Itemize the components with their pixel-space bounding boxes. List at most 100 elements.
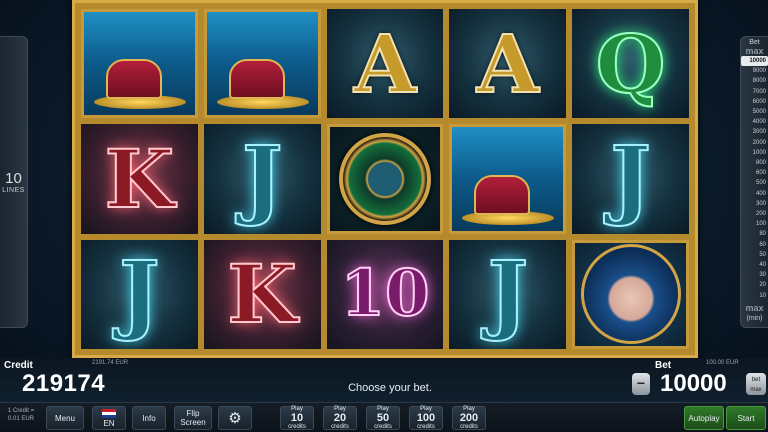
bet-option[interactable]: 30 [741,270,768,280]
play-credits-value: 200 [459,411,479,424]
credits-label: credits [374,423,392,430]
treasure-chest-icon [203,9,321,119]
bet-option[interactable]: 20 [741,280,768,290]
bet-panel-max-label: max [745,46,764,56]
bet-eur-value: 100.00 EUR [706,360,739,366]
bet-option[interactable]: 200 [741,209,768,219]
bet-option[interactable]: 500 [741,178,768,188]
symbol-letter: A [353,16,417,111]
info-bar: Credit 2191.74 EUR 219174 Choose your be… [0,358,768,402]
play-credits-button[interactable]: Play 20 credits [323,406,357,430]
credit-eur-value: 2191.74 EUR [92,360,129,366]
bet-option[interactable]: 7000 [741,87,768,97]
bet-panel-title: Bet [749,39,760,46]
game-stage: 10 LINES A A Q K J J J K 10 J Bet max 10000 9000 80… [0,0,768,360]
bet-selector-panel[interactable]: Bet max 10000 9000 8000 7000 6000 5000 4000 300… [740,36,768,328]
reel-symbol-letter: J [572,124,689,234]
bet-option[interactable]: 100 [741,219,768,229]
bet-decrease-button[interactable]: − [632,373,650,395]
symbol-letter: J [118,243,161,345]
credit-rate: 1 Credit = 0.01 EUR [2,407,40,423]
reel-symbol-letter: J [449,239,567,349]
reels-grid: A A Q K J J J K 10 J [72,0,698,358]
bet-option[interactable]: 600 [741,168,768,178]
bet-max-button[interactable]: bet max [746,373,766,395]
chest-box-icon [474,174,531,215]
reel-symbol-letter: 10 [326,239,444,349]
control-bar: 1 Credit = 0.01 EUR Menu EN Info Flip Sc… [0,402,768,432]
play-credits-value: 20 [333,411,347,424]
bet-option[interactable]: 400 [741,189,768,199]
play-credits-button[interactable]: Play 100 credits [409,406,443,430]
bet-option[interactable]: 4000 [741,117,768,127]
play-credits-button[interactable]: Play 200 credits [452,406,486,430]
treasure-chest-icon [449,124,567,234]
bet-option[interactable]: 300 [741,199,768,209]
flag-icon [102,408,116,418]
bet-option[interactable]: 5000 [741,107,768,117]
face-icon [580,244,681,345]
symbol-letter: Q [595,16,667,111]
credits-label: credits [288,423,306,430]
bet-option[interactable]: 10000 [741,56,768,67]
bet-option[interactable]: 3000 [741,127,768,137]
credit-rate-line1: 1 Credit = [7,408,35,414]
reel-symbol-letter: K [81,124,198,234]
flip-screen-line2: Screen [180,418,206,427]
play-credits-button[interactable]: Play 10 credits [280,406,314,430]
gear-icon: ⚙ [228,409,242,427]
bet-option[interactable]: 6000 [741,97,768,107]
bet-max-line2: max [750,387,762,393]
lines-panel[interactable]: 10 LINES [0,36,28,328]
bet-option[interactable]: 2000 [741,138,768,148]
symbol-letter: J [486,243,529,345]
reel-symbol-letter: J [81,239,198,349]
credit-value: 219174 [22,370,106,397]
reel-symbol-letter: Q [572,9,689,119]
bet-option[interactable]: 60 [741,240,768,250]
bet-option[interactable]: 9000 [741,66,768,76]
credits-label: credits [460,423,478,430]
bet-option[interactable]: 10 [741,291,768,301]
bet-max-line1: bet [751,377,761,383]
credits-label: credits [417,423,435,430]
play-credits-value: 100 [416,411,436,424]
treasure-chest-icon [81,9,198,119]
play-credits-button[interactable]: Play 50 credits [366,406,400,430]
chest-box-icon [228,59,285,100]
status-message: Choose your bet. [348,382,432,394]
credits-label: credits [331,423,349,430]
bet-panel-max-label-bottom: max [745,302,764,313]
reel-symbol-letter: J [203,124,321,234]
bet-panel-min-label: (min) [746,314,763,322]
bet-option[interactable]: 1000 [741,148,768,158]
mermaid-portrait-icon [572,239,689,349]
symbol-letter: K [104,131,176,226]
bet-options-list: 10000 9000 8000 7000 6000 5000 4000 3000 2000 100… [741,56,768,301]
reel-symbol-letter: K [203,239,321,349]
menu-button[interactable]: Menu [46,406,84,430]
symbol-letter: 10 [339,256,430,332]
bet-option[interactable]: 8000 [741,76,768,86]
play-credits-value: 50 [376,411,390,424]
start-button[interactable]: Start [726,406,766,430]
chest-box-icon [106,59,162,100]
emerald-wheel-icon [326,124,444,234]
flip-screen-button[interactable]: Flip Screen [174,406,212,430]
credit-rate-line2: 0.01 EUR [7,416,34,422]
autoplay-button[interactable]: Autoplay [684,406,724,430]
wheel-icon [338,132,431,225]
language-label: EN [103,418,115,428]
reel-symbol-letter: A [326,9,444,119]
lines-value: 10 [5,170,22,187]
bet-option[interactable]: 40 [741,260,768,270]
info-button[interactable]: Info [132,406,166,430]
symbol-letter: A [476,16,540,111]
bet-option[interactable]: 80 [741,229,768,239]
symbol-letter: K [226,247,298,342]
lines-label: LINES [2,187,25,194]
bet-option[interactable]: 800 [741,158,768,168]
language-button[interactable]: EN [92,406,126,430]
settings-button[interactable]: ⚙ [218,406,252,430]
bet-option[interactable]: 50 [741,250,768,260]
